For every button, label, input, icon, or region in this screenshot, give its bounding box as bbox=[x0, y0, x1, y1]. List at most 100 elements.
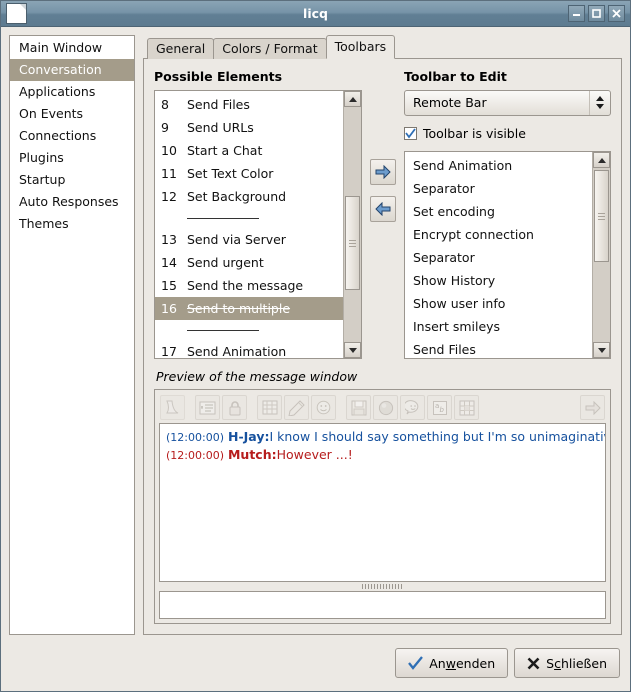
close-dialog-button[interactable]: Schließen bbox=[514, 648, 620, 678]
window-body: Main Window Conversation Applications On… bbox=[1, 27, 630, 635]
list-item[interactable]: Set encoding bbox=[405, 200, 592, 223]
tab-general[interactable]: General bbox=[147, 38, 214, 59]
scroll-thumb[interactable] bbox=[594, 170, 609, 262]
list-item[interactable]: Separator bbox=[405, 246, 592, 269]
list-item[interactable]: Show user info bbox=[405, 292, 592, 315]
scroll-up-icon[interactable] bbox=[344, 91, 361, 107]
list-item[interactable]: Show History bbox=[405, 269, 592, 292]
list-item[interactable]: 15 Send the message bbox=[155, 274, 343, 297]
list-item[interactable]: 9 Send URLs bbox=[155, 116, 343, 139]
list-item[interactable]: Encrypt connection bbox=[405, 223, 592, 246]
item-label: Send urgent bbox=[187, 251, 264, 274]
scroll-down-icon[interactable] bbox=[344, 342, 361, 358]
sidebar-item-plugins[interactable]: Plugins bbox=[10, 147, 134, 169]
scroll-track[interactable] bbox=[593, 168, 610, 342]
preview-label: Preview of the message window bbox=[156, 369, 611, 384]
pencil-icon[interactable] bbox=[284, 395, 309, 420]
minimize-button[interactable] bbox=[568, 5, 585, 22]
item-label: Send to multiple bbox=[187, 297, 290, 320]
sphere-icon[interactable] bbox=[373, 395, 398, 420]
possible-elements-scrollbar[interactable] bbox=[343, 91, 361, 358]
grip-icon bbox=[598, 211, 605, 222]
chevron-updown-icon[interactable] bbox=[589, 91, 610, 115]
maximize-button[interactable] bbox=[588, 5, 605, 22]
sidebar-item-connections[interactable]: Connections bbox=[10, 125, 134, 147]
item-number: 13 bbox=[161, 228, 187, 251]
sidebar-item-themes[interactable]: Themes bbox=[10, 213, 134, 235]
sidebar-item-auto-responses[interactable]: Auto Responses bbox=[10, 191, 134, 213]
save-icon[interactable] bbox=[346, 395, 371, 420]
list-item[interactable]: Insert smileys bbox=[405, 315, 592, 338]
toolbar-to-edit-column: Toolbar to Edit Remote Bar Toolbar is v bbox=[404, 69, 611, 359]
chat-smiley-icon[interactable] bbox=[400, 395, 425, 420]
item-label: Send via Server bbox=[187, 228, 286, 251]
sidebar-item-main-window[interactable]: Main Window bbox=[10, 37, 134, 59]
list-icon[interactable] bbox=[195, 395, 220, 420]
table-icon[interactable] bbox=[454, 395, 479, 420]
preview-toolbar: ab bbox=[158, 393, 607, 422]
window-title: licq bbox=[1, 6, 630, 21]
list-item[interactable]: Send Animation bbox=[405, 154, 592, 177]
item-number: 15 bbox=[161, 274, 187, 297]
licq-settings-window: licq Main Window Conversation Applicatio… bbox=[0, 0, 631, 692]
toolbar-items-scrollbar[interactable] bbox=[592, 152, 610, 358]
x-icon bbox=[527, 657, 540, 670]
list-item[interactable]: 12 Set Background bbox=[155, 185, 343, 208]
grid-icon[interactable] bbox=[257, 395, 282, 420]
sidebar-item-conversation[interactable]: Conversation bbox=[10, 59, 134, 81]
splitter-handle[interactable] bbox=[158, 582, 607, 591]
tab-toolbars[interactable]: Toolbars bbox=[326, 35, 396, 59]
list-item-selected[interactable]: 16 Send to multiple bbox=[155, 297, 343, 320]
toolbar-to-edit-title: Toolbar to Edit bbox=[404, 69, 611, 84]
arrow-right-icon bbox=[375, 165, 391, 179]
move-left-button[interactable] bbox=[370, 196, 396, 222]
list-item[interactable]: Send Files bbox=[405, 338, 592, 358]
apply-button[interactable]: Anwenden bbox=[395, 648, 508, 678]
list-item[interactable]: 13 Send via Server bbox=[155, 228, 343, 251]
message-timestamp: (12:00:00) bbox=[166, 449, 224, 462]
list-item[interactable]: 8 Send Files bbox=[155, 93, 343, 116]
lock-icon[interactable] bbox=[222, 395, 247, 420]
message-line: (12:00:00) Mutch:However ...! bbox=[166, 446, 599, 464]
list-item[interactable]: 14 Send urgent bbox=[155, 251, 343, 274]
settings-category-list[interactable]: Main Window Conversation Applications On… bbox=[9, 35, 135, 635]
scroll-track[interactable] bbox=[344, 107, 361, 342]
close-button-label: Schließen bbox=[546, 656, 607, 671]
ab-icon[interactable]: ab bbox=[427, 395, 452, 420]
sidebar-item-applications[interactable]: Applications bbox=[10, 81, 134, 103]
list-item[interactable]: 17 Send Animation bbox=[155, 340, 343, 358]
list-item[interactable]: 10 Start a Chat bbox=[155, 139, 343, 162]
close-button[interactable] bbox=[608, 5, 625, 22]
item-label: Send URLs bbox=[187, 116, 254, 139]
toolbar-items-list[interactable]: Send Animation Separator Set encoding En… bbox=[404, 151, 611, 359]
item-label: Send the message bbox=[187, 274, 303, 297]
item-label: Send Animation bbox=[187, 340, 286, 358]
tab-colors-format[interactable]: Colors / Format bbox=[213, 38, 326, 59]
scroll-thumb[interactable] bbox=[345, 196, 360, 290]
message-window-preview: ab (12:00:00) H-Jay:I know I bbox=[154, 389, 611, 624]
list-separator[interactable] bbox=[155, 320, 343, 340]
checkbox-icon[interactable] bbox=[404, 127, 417, 140]
arrow-right-icon[interactable] bbox=[580, 395, 605, 420]
message-input[interactable] bbox=[159, 591, 606, 619]
toolbar-visible-checkbox-row[interactable]: Toolbar is visible bbox=[404, 124, 611, 144]
settings-pane: General Colors / Format Toolbars Possibl… bbox=[143, 35, 622, 635]
sidebar-item-on-events[interactable]: On Events bbox=[10, 103, 134, 125]
item-label: Start a Chat bbox=[187, 139, 262, 162]
sidebar-item-startup[interactable]: Startup bbox=[10, 169, 134, 191]
send-icon[interactable] bbox=[160, 395, 185, 420]
list-separator[interactable] bbox=[155, 208, 343, 228]
check-icon bbox=[408, 656, 423, 670]
possible-elements-list[interactable]: 8 Send Files 9 Send URLs 10 Start a Chat bbox=[154, 90, 362, 359]
message-history-view[interactable]: (12:00:00) H-Jay:I know I should say som… bbox=[159, 423, 606, 582]
smiley-icon[interactable] bbox=[311, 395, 336, 420]
possible-elements-list-body: 8 Send Files 9 Send URLs 10 Start a Chat bbox=[155, 91, 343, 358]
list-item[interactable]: Separator bbox=[405, 177, 592, 200]
toolbar-select[interactable]: Remote Bar bbox=[404, 90, 611, 116]
scroll-up-icon[interactable] bbox=[593, 152, 610, 168]
message-line: (12:00:00) H-Jay:I know I should say som… bbox=[166, 428, 599, 446]
list-item[interactable]: 11 Set Text Color bbox=[155, 162, 343, 185]
scroll-down-icon[interactable] bbox=[593, 342, 610, 358]
item-number: 10 bbox=[161, 139, 187, 162]
move-right-button[interactable] bbox=[370, 159, 396, 185]
